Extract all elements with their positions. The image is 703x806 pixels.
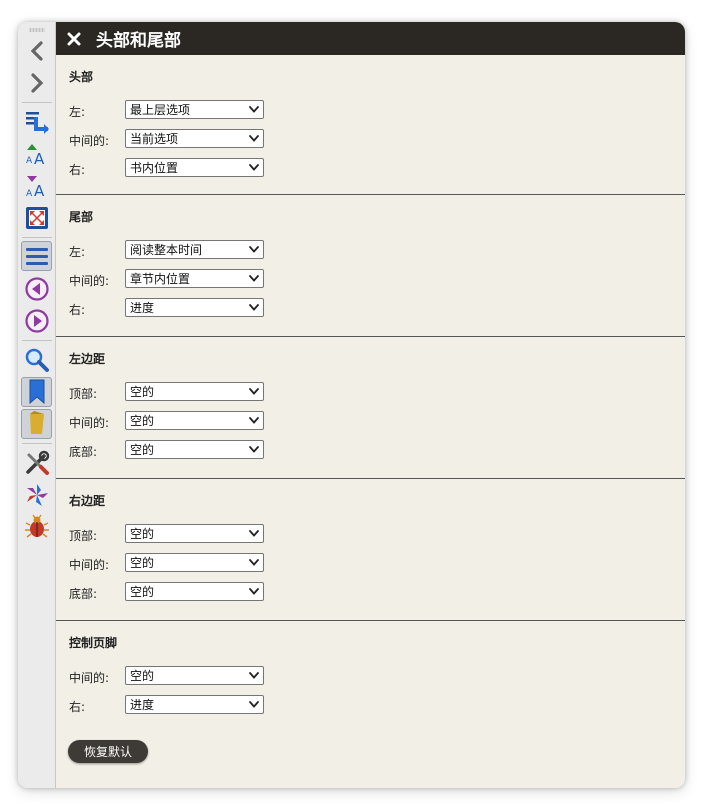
chevron-down-icon xyxy=(249,530,259,537)
select-value: 当前选项 xyxy=(130,132,179,146)
select-value: 章节内位置 xyxy=(130,272,191,286)
chevron-down-icon xyxy=(249,246,259,253)
toolbar-separator xyxy=(22,102,52,103)
bookmark-icon[interactable] xyxy=(21,377,52,407)
middle-label: 中间的: xyxy=(69,558,110,572)
bottom-label: 底部: xyxy=(69,587,98,601)
middle-label: 中间的: xyxy=(69,134,110,148)
controls-footer-middle-select[interactable]: 空的 xyxy=(125,666,264,685)
toolbar-separator xyxy=(22,443,52,444)
section-title: 头部 xyxy=(69,70,94,84)
left-label: 左: xyxy=(69,105,86,119)
svg-text:A: A xyxy=(26,189,33,199)
section-header: 头部左: 最上层选项中间的: 当前选项右: 书内位置 xyxy=(56,55,685,195)
right-label: 右: xyxy=(69,163,86,177)
select-value: 进度 xyxy=(130,698,155,712)
right-label: 右: xyxy=(69,700,86,714)
chevron-down-icon xyxy=(249,106,259,113)
close-icon[interactable] xyxy=(66,31,82,47)
chevron-down-icon xyxy=(249,588,259,595)
select-value: 进度 xyxy=(130,301,155,315)
header-right-select[interactable]: 书内位置 xyxy=(125,158,264,177)
color-scheme-icon[interactable] xyxy=(21,480,52,510)
chevron-down-icon xyxy=(249,559,259,566)
chevron-down-icon xyxy=(249,304,259,311)
left-margin-top-select[interactable]: 空的 xyxy=(125,382,264,401)
chevron-right-icon[interactable] xyxy=(21,68,52,98)
menu-icon[interactable] xyxy=(21,241,52,271)
highlight-icon[interactable] xyxy=(21,409,52,439)
section-left-margin: 左边距 顶部: 空的 中间的: 空的 底部: 空的 xyxy=(56,337,685,479)
select-value: 空的 xyxy=(130,556,155,570)
footer-left-select[interactable]: 阅读整本时间 xyxy=(125,240,264,259)
section-title: 控制页脚 xyxy=(69,636,118,650)
right-margin-top-select[interactable]: 空的 xyxy=(125,524,264,543)
right-label: 右: xyxy=(69,303,86,317)
header-left-select[interactable]: 最上层选项 xyxy=(125,100,264,119)
select-value: 空的 xyxy=(130,385,155,399)
section-title: 左边距 xyxy=(69,352,106,366)
font-size-increase-icon[interactable]: A A xyxy=(21,139,52,169)
select-value: 阅读整本时间 xyxy=(130,243,203,257)
left-label: 左: xyxy=(69,245,86,259)
middle-label: 中间的: xyxy=(69,416,110,430)
chevron-down-icon xyxy=(249,388,259,395)
header-footer-panel: 头部和尾部 头部 左: 最上层选项 中间的: 当前选项 右: 书内位置 尾部 左: 阅读整本时间中… xyxy=(56,22,685,788)
select-value: 空的 xyxy=(130,669,155,683)
tools-icon[interactable] xyxy=(21,448,52,478)
right-margin-middle-select[interactable]: 空的 xyxy=(125,553,264,572)
svg-text:A: A xyxy=(26,156,33,166)
panel-title: 头部和尾部 xyxy=(96,31,181,51)
chevron-down-icon xyxy=(249,135,259,142)
fullscreen-icon[interactable] xyxy=(21,203,52,233)
select-value: 空的 xyxy=(130,443,155,457)
top-label: 顶部: xyxy=(69,387,98,401)
select-value: 最上层选项 xyxy=(130,103,191,117)
left-margin-bottom-select[interactable]: 空的 xyxy=(125,440,264,459)
section-controls-footer: 控制页脚中间的: 空的右: 进度 xyxy=(56,621,685,731)
top-label: 顶部: xyxy=(69,529,98,543)
bottom-label: 底部: xyxy=(69,445,98,459)
chevron-left-icon[interactable] xyxy=(21,36,52,66)
left-toolbar: A A A A xyxy=(18,22,56,788)
reader-window: A A A A 头部和尾部 头部 左: 最上层选项 中间的: 当前选项 右: 书… xyxy=(18,22,685,788)
middle-label: 中间的: xyxy=(69,671,110,685)
footer-middle-select[interactable]: 章节内位置 xyxy=(125,269,264,288)
previous-icon[interactable] xyxy=(21,274,52,304)
goto-location-icon[interactable] xyxy=(21,107,52,137)
select-value: 空的 xyxy=(130,527,155,541)
chevron-down-icon xyxy=(249,417,259,424)
toolbar-grip[interactable] xyxy=(29,28,45,32)
svg-text:A: A xyxy=(34,182,45,199)
controls-footer-right-select[interactable]: 进度 xyxy=(125,695,264,714)
section-footer: 尾部左: 阅读整本时间中间的: 章节内位置右: 进度 xyxy=(56,195,685,337)
chevron-down-icon xyxy=(249,701,259,708)
toolbar-separator xyxy=(22,340,52,341)
section-title: 尾部 xyxy=(69,210,94,224)
chevron-down-icon xyxy=(249,672,259,679)
header-middle-select[interactable]: 当前选项 xyxy=(125,129,264,148)
right-margin-bottom-select[interactable]: 空的 xyxy=(125,582,264,601)
select-value: 空的 xyxy=(130,585,155,599)
svg-text:A: A xyxy=(34,150,45,167)
select-value: 空的 xyxy=(130,414,155,428)
middle-label: 中间的: xyxy=(69,274,110,288)
next-icon[interactable] xyxy=(21,306,52,336)
footer-right-select[interactable]: 进度 xyxy=(125,298,264,317)
toolbar-separator xyxy=(22,237,52,238)
reset-defaults-button[interactable]: 恢复默认 xyxy=(68,740,148,763)
left-margin-middle-select[interactable]: 空的 xyxy=(125,411,264,430)
panel-titlebar: 头部和尾部 xyxy=(56,22,685,55)
select-value: 书内位置 xyxy=(130,161,179,175)
chevron-down-icon xyxy=(249,446,259,453)
section-right-margin: 右边距 顶部: 空的 中间的: 空的 底部: 空的 xyxy=(56,479,685,621)
bug-icon[interactable] xyxy=(21,512,52,542)
chevron-down-icon xyxy=(249,164,259,171)
section-title: 右边距 xyxy=(69,494,106,508)
search-icon[interactable] xyxy=(21,345,52,375)
chevron-down-icon xyxy=(249,275,259,282)
font-size-decrease-icon[interactable]: A A xyxy=(21,171,52,201)
